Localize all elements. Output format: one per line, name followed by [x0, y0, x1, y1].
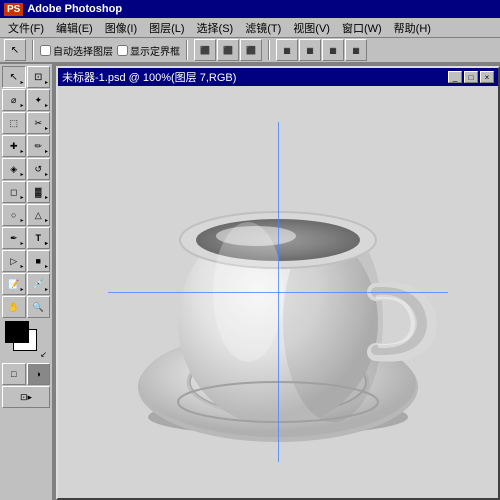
tool-eraser[interactable]: ◻▸: [2, 181, 26, 203]
separator2: [186, 40, 188, 60]
cup-body-highlight: [213, 222, 283, 362]
menu-image[interactable]: 图像(I): [99, 19, 143, 37]
align-bot-btn[interactable]: ⬛: [240, 39, 262, 61]
app-icon: PS: [4, 3, 23, 16]
cup-container: [108, 122, 448, 462]
menu-file[interactable]: 文件(F): [2, 19, 50, 37]
show-bounds-checkbox[interactable]: 显示定界框: [117, 43, 180, 58]
auto-select-input[interactable]: [40, 45, 51, 56]
document-title-bar: 未标器-1.psd @ 100%(图层 7,RGB) _ □ ×: [58, 68, 498, 86]
quick-mask-btn[interactable]: ◑: [27, 363, 51, 385]
tool-stamp[interactable]: ◈▸: [2, 158, 26, 180]
screen-mode-btn[interactable]: ⊡▸: [2, 386, 50, 408]
document-window: 未标器-1.psd @ 100%(图层 7,RGB) _ □ ×: [56, 66, 500, 500]
tool-lasso[interactable]: ⌀▸: [2, 89, 26, 111]
tool-hand[interactable]: ✋: [2, 296, 26, 318]
standard-mode-btn[interactable]: □: [2, 363, 26, 385]
tool-shape[interactable]: ■▸: [27, 250, 51, 272]
tool-pen[interactable]: ✒▸: [2, 227, 26, 249]
tool-history[interactable]: ↺▸: [27, 158, 51, 180]
menu-bar: 文件(F) 编辑(E) 图像(I) 图层(L) 选择(S) 滤镜(T) 视图(V…: [0, 18, 500, 38]
color-swatch-area[interactable]: ↙: [5, 321, 47, 359]
foreground-color[interactable]: [5, 321, 29, 343]
dist-btn4[interactable]: ▦: [345, 39, 367, 61]
title-bar: PS Adobe Photoshop: [0, 0, 500, 18]
tool-notes[interactable]: 📝▸: [2, 273, 26, 295]
tool-magic-wand[interactable]: ✦▸: [27, 89, 51, 111]
menu-window[interactable]: 窗口(W): [336, 19, 388, 37]
doc-window-buttons: _ □ ×: [448, 71, 494, 83]
align-top-btn[interactable]: ⬛: [194, 39, 216, 61]
reset-colors-icon[interactable]: ↙: [40, 350, 47, 359]
app-title: Adobe Photoshop: [27, 3, 122, 15]
main-area: ↖▸ ⊡▸ ⌀▸ ✦▸ ⬚ ✂▸ ✚▸ ✏▸ ◈▸ ↺▸ ◻▸ ▓▸ ○▸: [0, 64, 500, 500]
toolbox: ↖▸ ⊡▸ ⌀▸ ✦▸ ⬚ ✂▸ ✚▸ ✏▸ ◈▸ ↺▸ ◻▸ ▓▸ ○▸: [0, 64, 54, 500]
tool-move[interactable]: ↖▸: [2, 66, 26, 88]
tool-dodge[interactable]: ○▸: [2, 204, 26, 226]
doc-minimize-btn[interactable]: _: [448, 71, 462, 83]
dist-btn1[interactable]: ▦: [276, 39, 298, 61]
tool-blur[interactable]: △▸: [27, 204, 51, 226]
align-mid-btn[interactable]: ⬛: [217, 39, 239, 61]
tool-marquee[interactable]: ⊡▸: [27, 66, 51, 88]
auto-select-layer-checkbox[interactable]: 自动选择图层: [40, 43, 113, 58]
dist-btn3[interactable]: ▦: [322, 39, 344, 61]
tool-eyedropper[interactable]: 💉▸: [27, 273, 51, 295]
tool-crop[interactable]: ⬚: [2, 112, 26, 134]
menu-select[interactable]: 选择(S): [191, 19, 240, 37]
menu-edit[interactable]: 编辑(E): [50, 19, 99, 37]
options-bar: ↖ 自动选择图层 显示定界框 ⬛ ⬛ ⬛ ▦ ▦ ▦ ▦: [0, 38, 500, 64]
align-buttons: ⬛ ⬛ ⬛: [194, 39, 262, 61]
doc-close-btn[interactable]: ×: [480, 71, 494, 83]
tool-path[interactable]: ▷▸: [2, 250, 26, 272]
move-tool-btn[interactable]: ↖: [4, 39, 26, 61]
menu-view[interactable]: 视图(V): [287, 19, 336, 37]
canvas-content[interactable]: [58, 86, 498, 498]
dist-btn2[interactable]: ▦: [299, 39, 321, 61]
cup-svg: [108, 122, 448, 462]
tool-heal[interactable]: ✚▸: [2, 135, 26, 157]
canvas-area: 未标器-1.psd @ 100%(图层 7,RGB) _ □ ×: [54, 64, 500, 500]
menu-layer[interactable]: 图层(L): [143, 19, 190, 37]
tool-brush[interactable]: ✏▸: [27, 135, 51, 157]
separator3: [268, 40, 270, 60]
distribute-buttons: ▦ ▦ ▦ ▦: [276, 39, 367, 61]
menu-filter[interactable]: 滤镜(T): [239, 19, 287, 37]
tool-text[interactable]: T▸: [27, 227, 51, 249]
separator: [32, 40, 34, 60]
show-bounds-input[interactable]: [117, 45, 128, 56]
doc-maximize-btn[interactable]: □: [464, 71, 478, 83]
menu-help[interactable]: 帮助(H): [388, 19, 437, 37]
tool-zoom[interactable]: 🔍: [27, 296, 51, 318]
tool-slice[interactable]: ✂▸: [27, 112, 51, 134]
tool-gradient[interactable]: ▓▸: [27, 181, 51, 203]
document-title: 未标器-1.psd @ 100%(图层 7,RGB): [62, 69, 236, 85]
